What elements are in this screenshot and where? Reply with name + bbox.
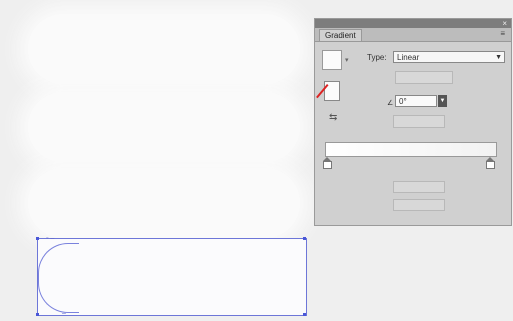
gradient-stop-color: [323, 161, 332, 169]
swatch-arrow-icon[interactable]: ▾: [345, 56, 349, 64]
gradient-stop-right[interactable]: [486, 157, 495, 169]
type-select[interactable]: Linear ▼: [393, 51, 505, 63]
selection-handle-br[interactable]: [303, 313, 306, 316]
blurred-shape-1[interactable]: [28, 14, 300, 84]
none-slash-icon: [316, 84, 329, 99]
gradient-swatch-icon[interactable]: [322, 50, 342, 70]
reverse-gradient-icon[interactable]: ⇆: [329, 112, 337, 123]
disabled-field-opacity: [393, 181, 445, 193]
anchor-marker-bottom: ‒: [62, 310, 66, 317]
disabled-field-location: [393, 199, 445, 211]
selected-shape[interactable]: [37, 238, 307, 316]
panel-menu-icon[interactable]: ≡: [500, 29, 505, 38]
chevron-down-icon: ▼: [495, 54, 502, 61]
disabled-field-2: [393, 115, 445, 128]
angle-dropdown-button[interactable]: ▼: [438, 95, 447, 107]
selection-handle-bl[interactable]: [36, 313, 39, 316]
selection-handle-tr[interactable]: [303, 237, 306, 240]
gradient-stop-left[interactable]: [323, 157, 332, 169]
angle-icon: ∠: [387, 100, 394, 107]
close-icon[interactable]: ×: [502, 19, 507, 28]
disabled-field-1: [395, 71, 453, 84]
shape-path-curve: [38, 243, 79, 313]
anchor-marker: ◦ ‒: [46, 235, 55, 242]
gradient-panel: × Gradient ≡ ▾ Type: Linear ▼ ∠ 0° ▼ ⇆: [314, 18, 512, 226]
panel-tabbar: Gradient ≡: [315, 28, 511, 42]
blurred-shape-2[interactable]: [28, 92, 300, 162]
type-select-value: Linear: [397, 53, 420, 62]
angle-input[interactable]: 0°: [395, 95, 437, 107]
stroke-swatch-icon[interactable]: [316, 81, 340, 101]
blurred-shape-3[interactable]: [28, 168, 300, 238]
panel-titlebar[interactable]: ×: [315, 19, 511, 28]
selection-handle-tl[interactable]: [36, 237, 39, 240]
gradient-slider[interactable]: [325, 142, 497, 157]
gradient-stop-color: [486, 161, 495, 169]
tab-gradient[interactable]: Gradient: [319, 29, 362, 41]
type-label: Type:: [367, 53, 387, 62]
